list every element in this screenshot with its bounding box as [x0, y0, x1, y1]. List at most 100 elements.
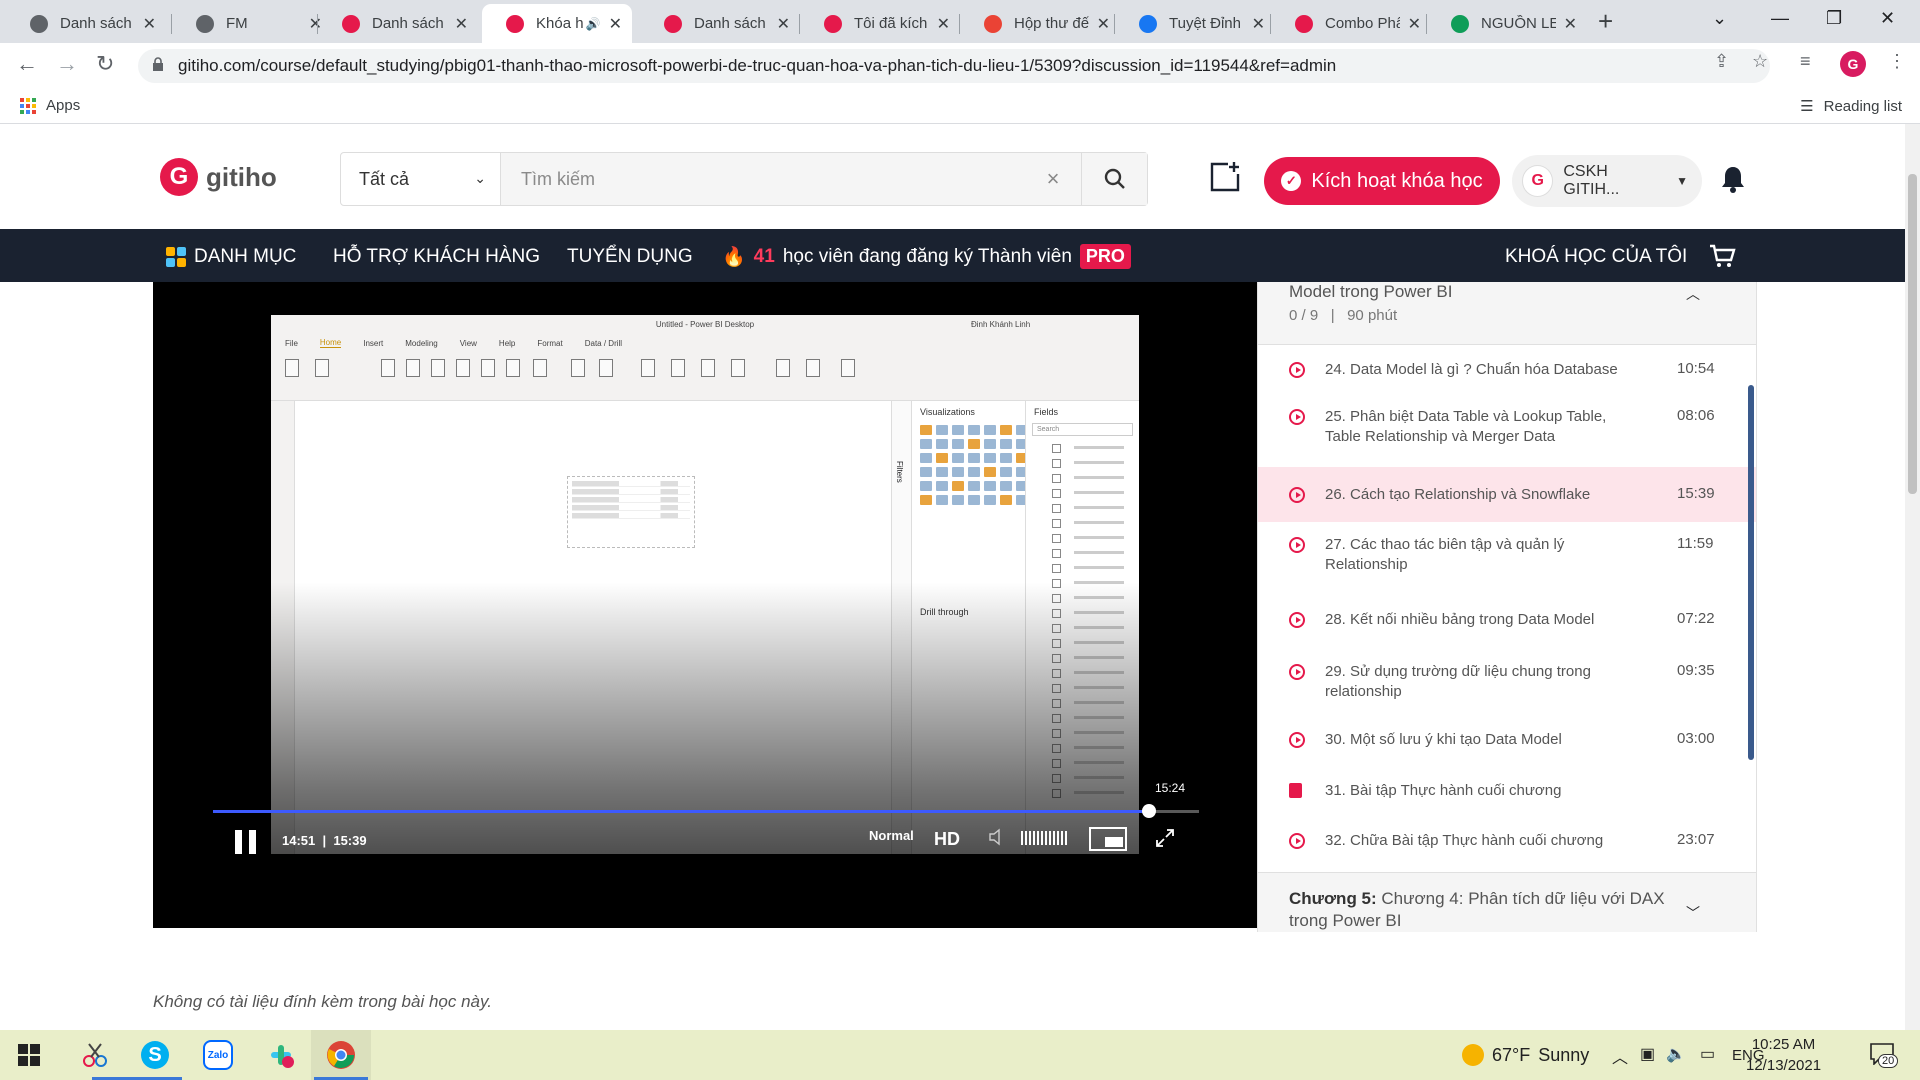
nav-my-courses[interactable]: KHOÁ HỌC CỦA TÔI [1505, 246, 1687, 268]
close-tab-icon[interactable]: ✕ [455, 14, 468, 34]
tab-separator [317, 14, 318, 34]
system-clock[interactable]: 10:25 AM 12/13/2021 [1746, 1034, 1821, 1076]
tab-title: Tuyệt Đỉnh [1169, 15, 1241, 32]
bell-icon[interactable] [1720, 164, 1746, 194]
play-circle-icon [1289, 409, 1305, 425]
browser-tab[interactable]: Tuyệt Đỉnh ✕ [1115, 4, 1275, 43]
battery-icon[interactable]: ▭ [1700, 1044, 1715, 1064]
close-tab-icon[interactable]: ✕ [609, 14, 622, 34]
lesson-item[interactable]: 26. Cách tạo Relationship và Snowflake 15… [1258, 467, 1756, 522]
reading-list[interactable]: ☰ Reading list [1800, 97, 1902, 116]
lesson-item[interactable]: 30. Một số lưu ý khi tạo Data Model 03:00 [1258, 714, 1756, 766]
browser-tab[interactable]: Tôi đã kích ✕ [800, 4, 960, 43]
next-chapter-header[interactable]: Chương 5: Chương 4: Phân tích dữ liệu vớ… [1258, 872, 1756, 932]
sidebar-scrollbar[interactable] [1748, 385, 1754, 760]
visual-type-icon [984, 425, 996, 435]
forward-icon[interactable]: → [56, 51, 78, 77]
restore-icon[interactable]: ❐ [1826, 8, 1842, 29]
chrome-icon[interactable] [324, 1038, 358, 1072]
progress-knob[interactable] [1141, 804, 1156, 818]
video-player[interactable]: Untitled - Power BI Desktop Đinh Khánh L… [153, 282, 1257, 928]
snipping-tool-icon[interactable] [78, 1038, 112, 1072]
activate-course-button[interactable]: ✓ Kích hoạt khóa học [1264, 157, 1500, 205]
slack-icon[interactable] [264, 1038, 298, 1072]
picture-in-picture-icon[interactable] [1089, 827, 1127, 851]
close-tab-icon[interactable]: ✕ [1564, 14, 1577, 34]
apps-shortcut[interactable]: Apps [20, 97, 80, 114]
nav-categories[interactable]: DANH MỤC [166, 246, 296, 268]
clear-search-icon[interactable]: × [1025, 153, 1081, 205]
account-menu[interactable]: G CSKH GITIH... ▼ [1512, 155, 1702, 207]
sun-icon [1462, 1044, 1484, 1066]
browser-tab[interactable]: Danh sách l ✕ [6, 4, 166, 43]
network-icon[interactable]: ▣ [1640, 1044, 1655, 1064]
close-window-icon[interactable]: ✕ [1880, 8, 1895, 29]
volume-slider[interactable] [1021, 831, 1067, 845]
browser-tab[interactable]: Danh sách l ✕ [640, 4, 800, 43]
nav-careers[interactable]: TUYỂN DỤNG [567, 246, 693, 268]
search-category-select[interactable]: Tất cả ⌄ [341, 153, 501, 205]
profile-avatar[interactable]: G [1840, 51, 1866, 77]
gitiho-icon [506, 14, 524, 33]
search-button[interactable] [1081, 153, 1147, 205]
add-course-icon[interactable] [1208, 160, 1242, 194]
close-tab-icon[interactable]: ✕ [937, 14, 950, 34]
chevron-down-icon[interactable]: ﹀ [1686, 903, 1700, 923]
lesson-item[interactable]: 31. Bài tập Thực hành cuối chương [1258, 766, 1756, 815]
share-icon[interactable]: ⇪ [1714, 51, 1729, 72]
lesson-item[interactable]: 25. Phân biệt Data Table và Lookup Table… [1258, 394, 1756, 467]
media-control-icon[interactable]: ≡ [1800, 51, 1811, 72]
minimize-icon[interactable]: — [1771, 8, 1789, 29]
new-tab-button[interactable]: + [1598, 6, 1613, 37]
speaker-icon[interactable]: 🔈 [1666, 1044, 1686, 1064]
lesson-item[interactable]: 29. Sử dụng trường dữ liệu chung trong r… [1258, 649, 1756, 714]
close-tab-icon[interactable]: ✕ [1408, 14, 1421, 34]
browser-tab[interactable]: Hộp thư đế ✕ [960, 4, 1120, 43]
browser-tab[interactable]: Combo Phâ ✕ [1271, 4, 1431, 43]
lesson-item[interactable]: 28. Kết nối nhiều bảng trong Data Model 0… [1258, 591, 1756, 649]
weather-widget[interactable]: 67°F Sunny [1462, 1044, 1589, 1066]
chapter-header[interactable]: Model trong Power BI 0 / 9 | 90 phút ︿ [1258, 282, 1756, 345]
visual-type-icon [968, 481, 980, 491]
quality-button[interactable]: HD [934, 829, 960, 850]
close-tab-icon[interactable]: ✕ [1097, 14, 1110, 34]
powerbi-menu-item: Format [537, 338, 563, 348]
page-scrollbar-thumb[interactable] [1908, 174, 1917, 494]
lesson-item[interactable]: 27. Các thao tác biên tập và quản lý Rel… [1258, 522, 1756, 591]
browser-tab[interactable]: Danh sách t ✕ [318, 4, 478, 43]
progress-bar[interactable] [213, 804, 1199, 818]
browser-tab[interactable]: Khóa h 🔊 ✕ [482, 4, 632, 43]
fullscreen-icon[interactable] [1155, 828, 1175, 848]
back-icon[interactable]: ← [16, 51, 38, 77]
reload-icon[interactable]: ↻ [96, 51, 114, 77]
tab-audio-icon[interactable]: 🔊 [586, 17, 601, 31]
close-tab-icon[interactable]: ✕ [143, 14, 156, 34]
nav-support[interactable]: HỖ TRỢ KHÁCH HÀNG [333, 246, 540, 268]
playback-speed-button[interactable]: Normal [869, 828, 914, 843]
volume-icon[interactable] [988, 828, 1006, 846]
bookmark-star-icon[interactable]: ☆ [1752, 51, 1768, 72]
address-bar[interactable]: gitiho.com/course/default_studying/pbig0… [138, 49, 1770, 83]
search-input[interactable] [501, 153, 1025, 205]
page-scrollbar[interactable] [1905, 124, 1920, 1030]
skype-icon[interactable]: S [138, 1038, 172, 1072]
menu-kebab-icon[interactable]: ⋮ [1888, 51, 1906, 72]
lesson-item[interactable]: 32. Chữa Bài tập Thực hành cuối chương 23… [1258, 815, 1756, 867]
nav-promo[interactable]: 🔥 41 học viên đang đăng ký Thành viên PR… [722, 244, 1131, 269]
tab-title: Danh sách l [694, 15, 769, 32]
windows-start-icon[interactable] [12, 1038, 46, 1072]
lesson-duration: 03:00 [1677, 730, 1715, 747]
close-tab-icon[interactable]: ✕ [1252, 14, 1265, 34]
pause-icon[interactable] [235, 830, 259, 854]
zalo-icon[interactable]: Zalo [201, 1038, 235, 1072]
lesson-item[interactable]: 24. Data Model là gì ? Chuẩn hóa Databas… [1258, 345, 1756, 394]
browser-tab[interactable]: NGUỒN LE ✕ [1427, 4, 1587, 43]
browser-tab[interactable]: FM ✕ [172, 4, 332, 43]
cart-icon[interactable] [1708, 242, 1736, 270]
lesson-title: 32. Chữa Bài tập Thực hành cuối chương [1325, 832, 1604, 849]
chevron-up-icon[interactable]: ︿ [1686, 284, 1700, 304]
gitiho-logo[interactable]: G gitiho [160, 158, 277, 196]
show-hidden-icons[interactable]: ︿ [1612, 1044, 1628, 1068]
close-tab-icon[interactable]: ✕ [777, 14, 790, 34]
tab-search-icon[interactable]: ⌄ [1712, 8, 1727, 29]
